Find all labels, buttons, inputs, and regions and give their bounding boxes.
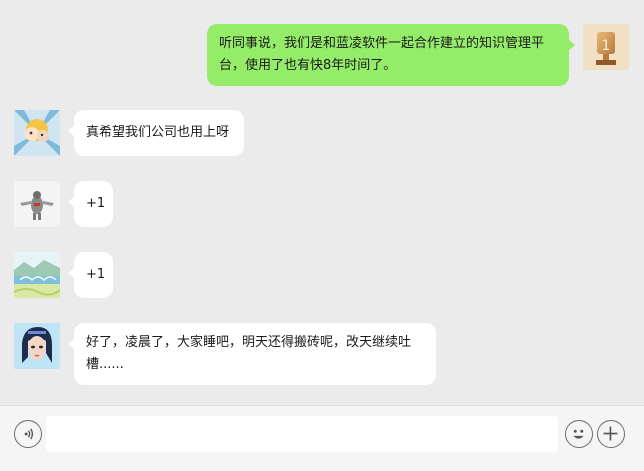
voice-icon[interactable] bbox=[14, 420, 42, 448]
emoji-icon[interactable] bbox=[565, 420, 593, 448]
message-bubble[interactable]: 好了，凌晨了，大家睡吧，明天还得搬砖呢，改天继续吐槽...... bbox=[68, 323, 436, 385]
input-bar bbox=[0, 405, 644, 471]
message-bubble[interactable]: +1 bbox=[68, 181, 113, 227]
figure-avatar[interactable] bbox=[14, 181, 60, 227]
landscape-avatar[interactable] bbox=[14, 252, 60, 298]
message-input[interactable] bbox=[46, 416, 558, 452]
message-text: 好了，凌晨了，大家睡吧，明天还得搬砖呢，改天继续吐槽...... bbox=[86, 335, 412, 372]
cartoon-avatar[interactable] bbox=[14, 110, 60, 156]
message-text: 真希望我们公司也用上呀 bbox=[86, 125, 230, 140]
message-bubble[interactable]: 真希望我们公司也用上呀 bbox=[68, 110, 244, 156]
message-bubble[interactable]: +1 bbox=[68, 252, 113, 298]
scrollbar[interactable] bbox=[638, 0, 644, 405]
message-text: +1 bbox=[86, 196, 106, 211]
plus-icon[interactable] bbox=[597, 420, 625, 448]
message-bubble-self[interactable]: 听同事说，我们是和蓝凌软件一起合作建立的知识管理平台，使用了也有快8年时间了。 bbox=[207, 24, 575, 86]
anime-avatar[interactable] bbox=[14, 323, 60, 369]
chat-area[interactable]: 听同事说，我们是和蓝凌软件一起合作建立的知识管理平台，使用了也有快8年时间了。 … bbox=[0, 0, 644, 405]
message-text: +1 bbox=[86, 267, 106, 282]
svg-text:1: 1 bbox=[602, 38, 611, 54]
trophy-avatar[interactable]: 1 bbox=[583, 24, 629, 70]
message-text: 听同事说，我们是和蓝凌软件一起合作建立的知识管理平台，使用了也有快8年时间了。 bbox=[219, 36, 545, 73]
